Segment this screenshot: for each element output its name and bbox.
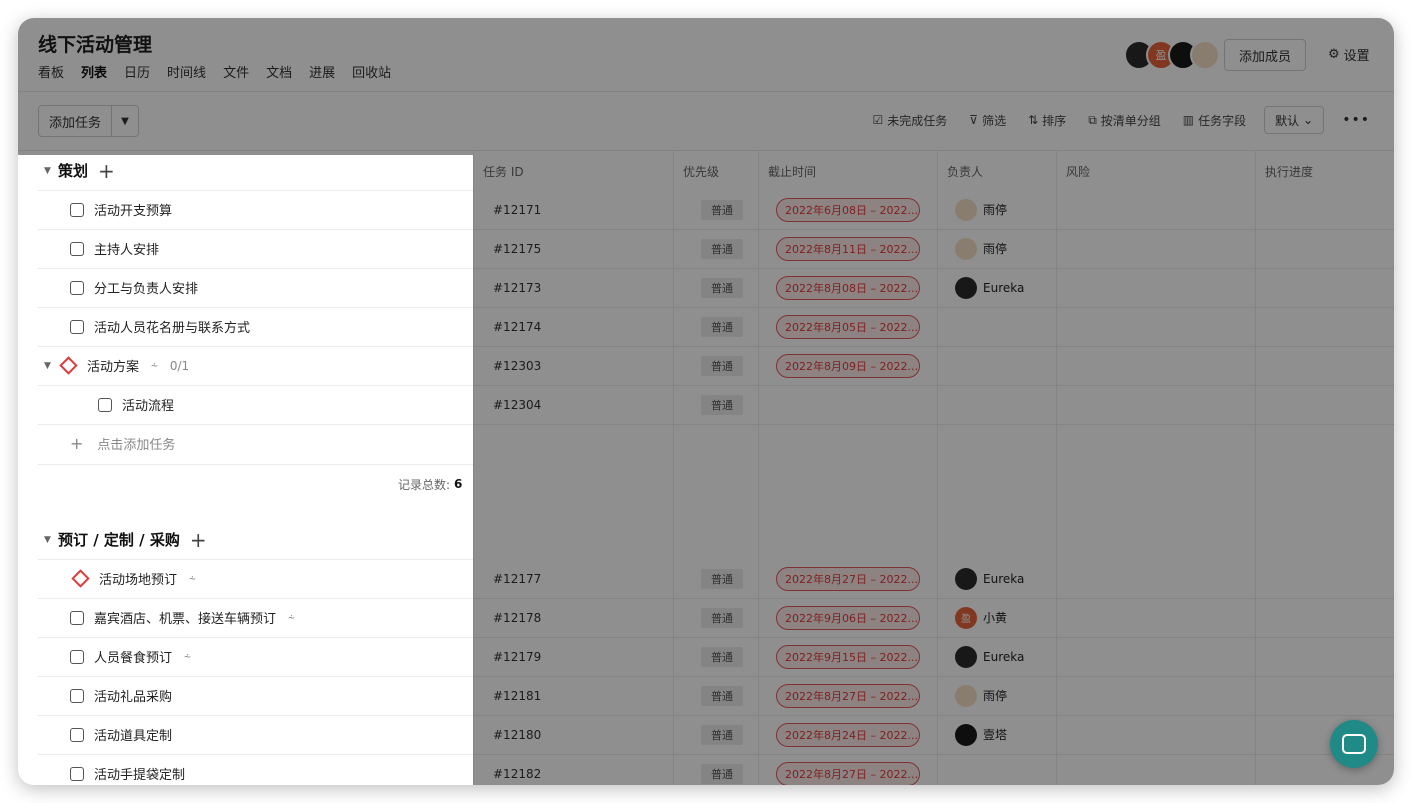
- task-checkbox[interactable]: [98, 397, 112, 412]
- task-checkbox[interactable]: [70, 727, 84, 742]
- group-header: ▼ 预订 / 定制 / 采购 +: [38, 520, 473, 560]
- task-name-cell: ▼ 活动方案 ⸞ 0/1: [44, 346, 189, 385]
- milestone-icon[interactable]: [59, 356, 78, 375]
- task-name-cell: 人员餐食预订 ⸞: [70, 637, 191, 676]
- caret-down-icon[interactable]: ▼: [44, 361, 58, 371]
- caret-down-icon[interactable]: ▼: [44, 535, 58, 545]
- task-name-cell: 活动手提袋定制: [70, 754, 185, 785]
- plus-icon: +: [70, 434, 84, 453]
- chat-support-button[interactable]: [1330, 720, 1378, 768]
- task-name[interactable]: 人员餐食预订: [94, 647, 172, 666]
- subtask-count: 0/1: [169, 358, 190, 373]
- task-name[interactable]: 嘉宾酒店、机票、接送车辆预订: [94, 608, 276, 627]
- task-name[interactable]: 活动手提袋定制: [94, 764, 185, 783]
- group-name[interactable]: 策划: [58, 160, 88, 181]
- add-task-cell[interactable]: + 点击添加任务: [70, 424, 175, 463]
- task-name[interactable]: 活动开支预算: [94, 200, 172, 219]
- task-name[interactable]: 分工与负责人安排: [94, 278, 198, 297]
- caret-down-icon[interactable]: ▼: [44, 166, 58, 176]
- task-checkbox[interactable]: [70, 202, 84, 217]
- record-count: 记录总数: 6: [398, 464, 462, 504]
- task-checkbox[interactable]: [70, 649, 84, 664]
- subtask-link-icon: ⸞: [151, 359, 158, 373]
- record-count-label: 记录总数:: [398, 477, 451, 492]
- task-name-cell: 活动道具定制: [70, 715, 172, 754]
- plus-icon[interactable]: +: [98, 159, 115, 183]
- add-task-link: 点击添加任务: [97, 438, 176, 453]
- task-name[interactable]: 活动场地预订: [99, 569, 177, 588]
- task-checkbox[interactable]: [70, 241, 84, 256]
- group-title-cell: ▼ 策划 +: [44, 151, 115, 190]
- task-name-cell: 活动开支预算: [70, 190, 172, 229]
- milestone-icon[interactable]: [71, 569, 90, 588]
- task-name-cell: 分工与负责人安排: [70, 268, 198, 307]
- chat-icon: [1342, 734, 1366, 754]
- subtask-link-icon: ⸞: [184, 650, 191, 664]
- group-header: ▼ 策划 +: [38, 151, 473, 191]
- task-checkbox[interactable]: [70, 610, 84, 625]
- modal-dim-top: [18, 18, 1394, 155]
- task-name[interactable]: 活动人员花名册与联系方式: [94, 317, 250, 336]
- task-name-cell: 活动流程: [98, 385, 174, 424]
- task-name-cell: 嘉宾酒店、机票、接送车辆预订 ⸞: [70, 598, 295, 637]
- task-name[interactable]: 活动方案: [87, 356, 139, 375]
- task-checkbox[interactable]: [70, 280, 84, 295]
- subtask-link-icon: ⸞: [288, 611, 295, 625]
- task-name[interactable]: 活动道具定制: [94, 725, 172, 744]
- task-name-cell: 活动礼品采购: [70, 676, 172, 715]
- task-name[interactable]: 主持人安排: [94, 239, 159, 258]
- task-name-cell: 活动场地预订 ⸞: [70, 559, 196, 598]
- add-task-row[interactable]: + 点击添加任务: [38, 424, 473, 465]
- task-checkbox[interactable]: [70, 319, 84, 334]
- modal-dim-right: [473, 155, 1394, 785]
- task-name-cell: 主持人安排: [70, 229, 159, 268]
- plus-icon[interactable]: +: [190, 528, 207, 552]
- record-count-value: 6: [454, 477, 463, 491]
- task-checkbox[interactable]: [70, 766, 84, 781]
- group-name[interactable]: 预订 / 定制 / 采购: [58, 529, 180, 550]
- task-name[interactable]: 活动流程: [122, 395, 174, 414]
- task-name[interactable]: 活动礼品采购: [94, 686, 172, 705]
- group-title-cell: ▼ 预订 / 定制 / 采购 +: [44, 520, 207, 559]
- app-window: 线下活动管理 看板 列表 日历 时间线 文件 文档 进展 回收站 盈 添加成员 ⚙ 设置 添加…: [18, 18, 1394, 785]
- task-name-cell: 活动人员花名册与联系方式: [70, 307, 250, 346]
- task-checkbox[interactable]: [70, 688, 84, 703]
- subtask-link-icon: ⸞: [189, 572, 196, 586]
